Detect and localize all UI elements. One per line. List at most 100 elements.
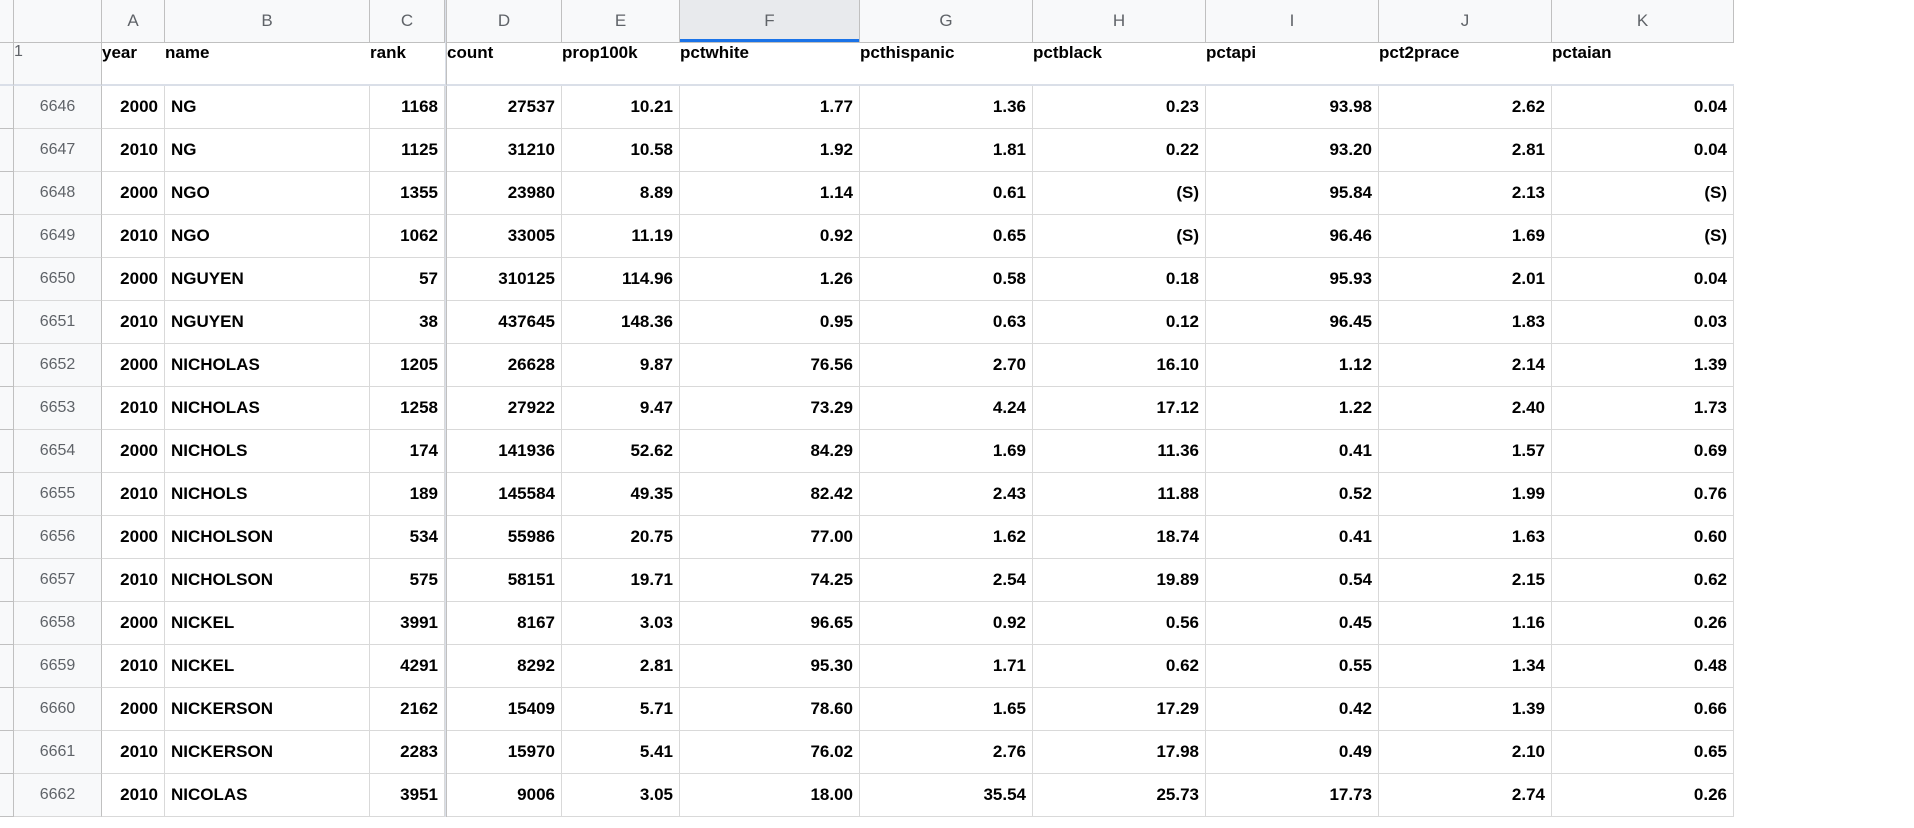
cell-D6657[interactable]: 58151 <box>447 559 562 602</box>
cell-I6646[interactable]: 93.98 <box>1206 86 1379 129</box>
cell-K6648[interactable]: (S) <box>1552 172 1734 215</box>
col-header-I[interactable]: I <box>1206 0 1379 43</box>
cell-K6657[interactable]: 0.62 <box>1552 559 1734 602</box>
cell-J6657[interactable]: 2.15 <box>1379 559 1552 602</box>
cell-B6655[interactable]: NICHOLS <box>165 473 370 516</box>
row-header-6654[interactable]: 6654 <box>14 430 102 473</box>
cell-J6660[interactable]: 1.39 <box>1379 688 1552 731</box>
select-all-corner[interactable] <box>0 0 14 43</box>
cell-J6652[interactable]: 2.14 <box>1379 344 1552 387</box>
cell-I6662[interactable]: 17.73 <box>1206 774 1379 817</box>
cell-H6659[interactable]: 0.62 <box>1033 645 1206 688</box>
cell-G6657[interactable]: 2.54 <box>860 559 1033 602</box>
row-header-6655[interactable]: 6655 <box>14 473 102 516</box>
cell-G6654[interactable]: 1.69 <box>860 430 1033 473</box>
cell-D6646[interactable]: 27537 <box>447 86 562 129</box>
cell-K6658[interactable]: 0.26 <box>1552 602 1734 645</box>
cell-D6647[interactable]: 31210 <box>447 129 562 172</box>
row-header-6649[interactable]: 6649 <box>14 215 102 258</box>
cell-J6656[interactable]: 1.63 <box>1379 516 1552 559</box>
cell-F6661[interactable]: 76.02 <box>680 731 860 774</box>
cell-A6660[interactable]: 2000 <box>102 688 165 731</box>
cell-B6654[interactable]: NICHOLS <box>165 430 370 473</box>
row-header-corner[interactable] <box>14 0 102 43</box>
cell-I6655[interactable]: 0.52 <box>1206 473 1379 516</box>
cell-E6654[interactable]: 52.62 <box>562 430 680 473</box>
cell-K6649[interactable]: (S) <box>1552 215 1734 258</box>
cell-J6654[interactable]: 1.57 <box>1379 430 1552 473</box>
row-header-6647[interactable]: 6647 <box>14 129 102 172</box>
cell-C6658[interactable]: 3991 <box>370 602 445 645</box>
cell-F6648[interactable]: 1.14 <box>680 172 860 215</box>
cell-A6655[interactable]: 2010 <box>102 473 165 516</box>
cell-G6652[interactable]: 2.70 <box>860 344 1033 387</box>
row-header-6656[interactable]: 6656 <box>14 516 102 559</box>
cell-F6647[interactable]: 1.92 <box>680 129 860 172</box>
cell-H6660[interactable]: 17.29 <box>1033 688 1206 731</box>
cell-A6646[interactable]: 2000 <box>102 86 165 129</box>
row-header-6650[interactable]: 6650 <box>14 258 102 301</box>
cell-I6651[interactable]: 96.45 <box>1206 301 1379 344</box>
cell-A6653[interactable]: 2010 <box>102 387 165 430</box>
cell-K6654[interactable]: 0.69 <box>1552 430 1734 473</box>
cell-G6660[interactable]: 1.65 <box>860 688 1033 731</box>
row-header-6651[interactable]: 6651 <box>14 301 102 344</box>
cell-H6656[interactable]: 18.74 <box>1033 516 1206 559</box>
cell-C6650[interactable]: 57 <box>370 258 445 301</box>
cell-J6655[interactable]: 1.99 <box>1379 473 1552 516</box>
cell-I6654[interactable]: 0.41 <box>1206 430 1379 473</box>
col-header-G[interactable]: G <box>860 0 1033 43</box>
cell-E6646[interactable]: 10.21 <box>562 86 680 129</box>
cell-H6653[interactable]: 17.12 <box>1033 387 1206 430</box>
cell-E6653[interactable]: 9.47 <box>562 387 680 430</box>
col-header-B[interactable]: B <box>165 0 370 43</box>
cell-H6655[interactable]: 11.88 <box>1033 473 1206 516</box>
cell-I6658[interactable]: 0.45 <box>1206 602 1379 645</box>
cell-A6657[interactable]: 2010 <box>102 559 165 602</box>
cell-G6653[interactable]: 4.24 <box>860 387 1033 430</box>
row-header-6646[interactable]: 6646 <box>14 86 102 129</box>
cell-A6649[interactable]: 2010 <box>102 215 165 258</box>
cell-F6662[interactable]: 18.00 <box>680 774 860 817</box>
cell-E6647[interactable]: 10.58 <box>562 129 680 172</box>
cell-E6661[interactable]: 5.41 <box>562 731 680 774</box>
cell-A6651[interactable]: 2010 <box>102 301 165 344</box>
cell-C6660[interactable]: 2162 <box>370 688 445 731</box>
cell-D6655[interactable]: 145584 <box>447 473 562 516</box>
cell-B6661[interactable]: NICKERSON <box>165 731 370 774</box>
cell-K6655[interactable]: 0.76 <box>1552 473 1734 516</box>
cell-I6660[interactable]: 0.42 <box>1206 688 1379 731</box>
cell-H6658[interactable]: 0.56 <box>1033 602 1206 645</box>
cell-J6662[interactable]: 2.74 <box>1379 774 1552 817</box>
cell-K6651[interactable]: 0.03 <box>1552 301 1734 344</box>
cell-E6660[interactable]: 5.71 <box>562 688 680 731</box>
col-header-F[interactable]: F <box>680 0 860 43</box>
cell-A6658[interactable]: 2000 <box>102 602 165 645</box>
cell-C6649[interactable]: 1062 <box>370 215 445 258</box>
cell-I6648[interactable]: 95.84 <box>1206 172 1379 215</box>
cell-H6646[interactable]: 0.23 <box>1033 86 1206 129</box>
cell-B6657[interactable]: NICHOLSON <box>165 559 370 602</box>
cell-I6653[interactable]: 1.22 <box>1206 387 1379 430</box>
cell-B6648[interactable]: NGO <box>165 172 370 215</box>
col-header-H[interactable]: H <box>1033 0 1206 43</box>
cell-B6647[interactable]: NG <box>165 129 370 172</box>
cell-E6649[interactable]: 11.19 <box>562 215 680 258</box>
row-header-6658[interactable]: 6658 <box>14 602 102 645</box>
col-header-J[interactable]: J <box>1379 0 1552 43</box>
cell-A6654[interactable]: 2000 <box>102 430 165 473</box>
cell-B6651[interactable]: NGUYEN <box>165 301 370 344</box>
spreadsheet-grid[interactable]: ABCDEFGHIJK1yearnamerankcountprop100kpct… <box>0 0 1914 817</box>
cell-D6651[interactable]: 437645 <box>447 301 562 344</box>
cell-I6656[interactable]: 0.41 <box>1206 516 1379 559</box>
cell-B6658[interactable]: NICKEL <box>165 602 370 645</box>
cell-F6657[interactable]: 74.25 <box>680 559 860 602</box>
cell-I6652[interactable]: 1.12 <box>1206 344 1379 387</box>
cell-K6662[interactable]: 0.26 <box>1552 774 1734 817</box>
cell-H6654[interactable]: 11.36 <box>1033 430 1206 473</box>
row-header-6648[interactable]: 6648 <box>14 172 102 215</box>
cell-C6661[interactable]: 2283 <box>370 731 445 774</box>
cell-F6654[interactable]: 84.29 <box>680 430 860 473</box>
cell-E6651[interactable]: 148.36 <box>562 301 680 344</box>
cell-G6656[interactable]: 1.62 <box>860 516 1033 559</box>
